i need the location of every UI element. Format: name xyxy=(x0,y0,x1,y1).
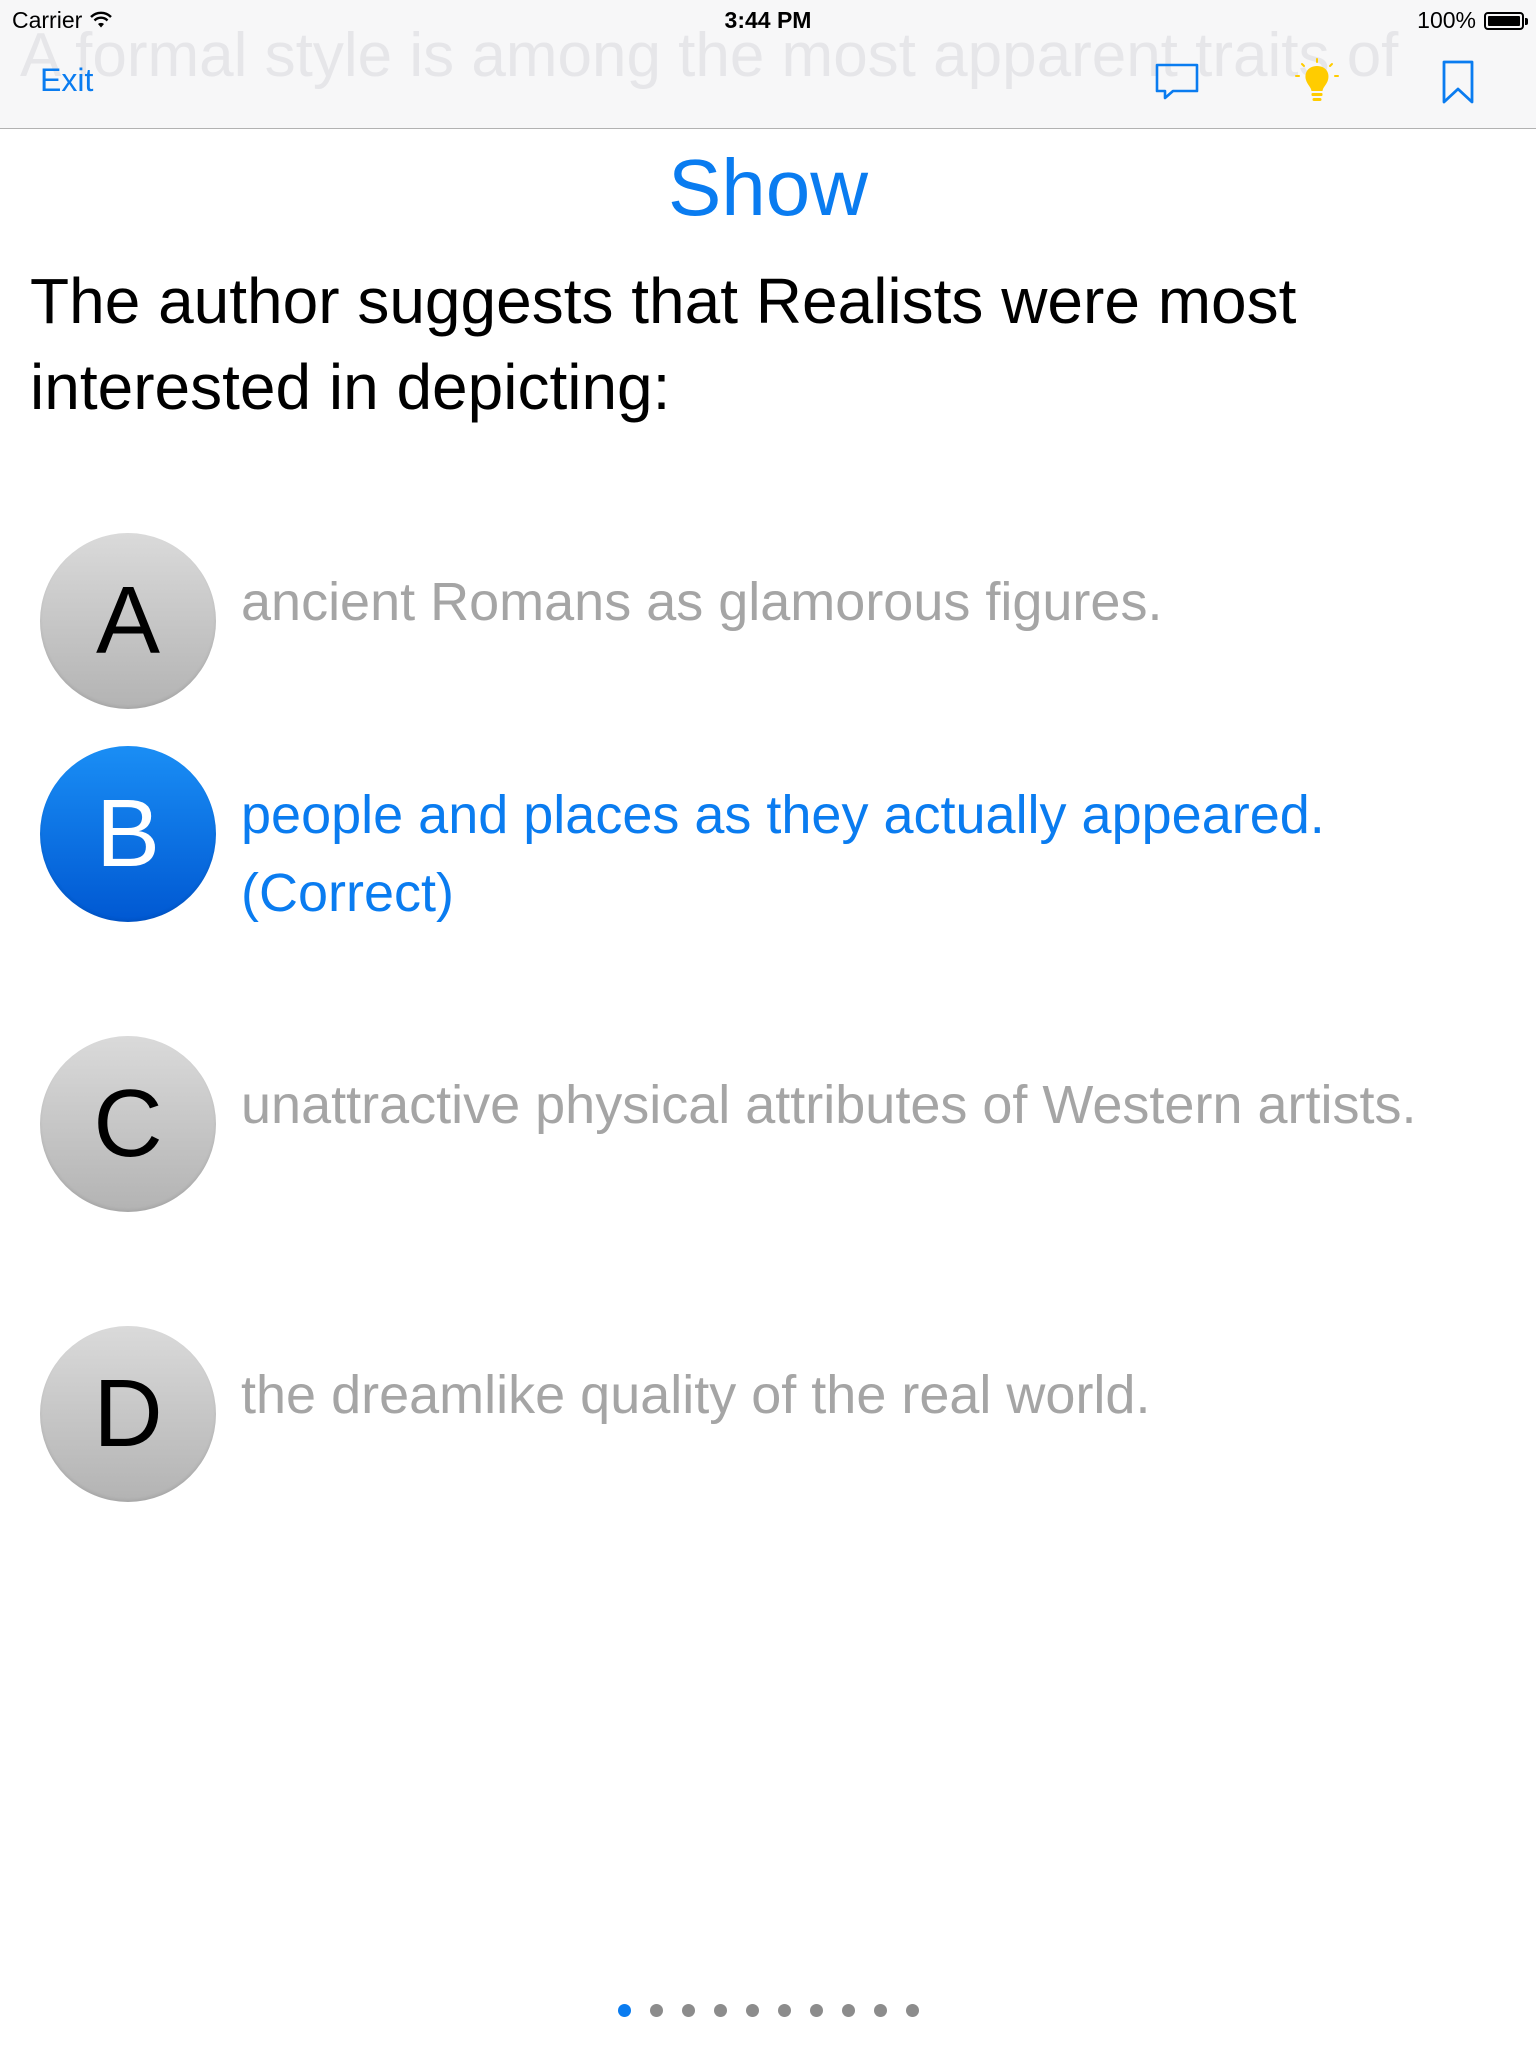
question-text: The author suggests that Realists were m… xyxy=(30,265,1297,423)
page-indicator[interactable] xyxy=(0,2004,1536,2017)
show-button[interactable]: Show xyxy=(0,142,1536,234)
exit-button[interactable]: Exit xyxy=(40,62,93,99)
page-dot[interactable] xyxy=(777,2004,791,2017)
page-dot[interactable] xyxy=(809,2004,823,2017)
page-dot[interactable] xyxy=(649,2004,663,2017)
option-letter-badge: A xyxy=(40,533,216,709)
battery-indicator: 100% xyxy=(1417,7,1528,34)
answer-option-b[interactable]: B people and places as they actually app… xyxy=(40,746,1500,926)
comment-icon[interactable] xyxy=(1153,58,1201,106)
option-text: ancient Romans as glamorous figures. xyxy=(241,572,1163,632)
answer-option-c[interactable]: C unattractive physical attributes of We… xyxy=(40,1036,1500,1216)
battery-icon xyxy=(1484,11,1528,30)
option-letter-badge: B xyxy=(40,746,216,922)
page-dot[interactable] xyxy=(713,2004,727,2017)
option-text: unattractive physical attributes of West… xyxy=(241,1075,1417,1135)
page-dot[interactable] xyxy=(681,2004,695,2017)
bookmark-icon[interactable] xyxy=(1434,58,1482,106)
page-dot[interactable] xyxy=(841,2004,855,2017)
status-bar: Carrier 3:44 PM 100% xyxy=(0,0,1536,40)
answer-option-d[interactable]: D the dreamlike quality of the real worl… xyxy=(40,1326,1500,1506)
page-dot[interactable] xyxy=(617,2004,631,2017)
answer-option-a[interactable]: A ancient Romans as glamorous figures. xyxy=(40,533,1500,713)
page-dot[interactable] xyxy=(745,2004,759,2017)
page-dot[interactable] xyxy=(873,2004,887,2017)
option-text: the dreamlike quality of the real world. xyxy=(241,1365,1151,1425)
lightbulb-icon[interactable] xyxy=(1293,58,1341,106)
option-text: people and places as they actually appea… xyxy=(241,785,1325,923)
battery-percent: 100% xyxy=(1417,7,1476,33)
option-letter-badge: D xyxy=(40,1326,216,1502)
page-dot[interactable] xyxy=(905,2004,919,2017)
clock: 3:44 PM xyxy=(724,7,812,33)
option-letter-badge: C xyxy=(40,1036,216,1212)
